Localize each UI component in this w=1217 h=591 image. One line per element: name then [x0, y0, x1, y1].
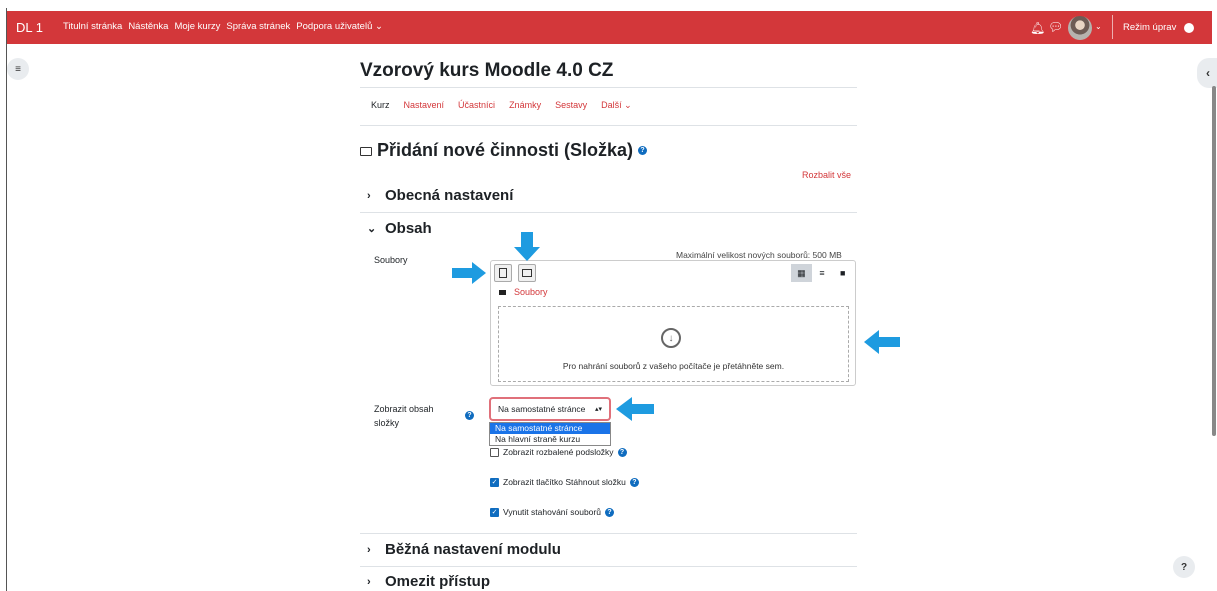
section-restrict-access[interactable]: › Omezit přístup — [367, 573, 490, 590]
folder-icon — [499, 289, 506, 295]
tab-participants[interactable]: Účastníci — [458, 100, 495, 111]
annotation-arrow-left-icon — [616, 397, 654, 421]
top-navbar: DL 1 Titulní stránka Nástěnka Moje kurzy… — [7, 11, 1212, 44]
max-size-note: Maximální velikost nových souborů: 500 M… — [676, 250, 842, 260]
annotation-arrow-right-icon — [452, 262, 486, 284]
chat-icon[interactable]: 💬︎ — [1048, 20, 1063, 34]
chevron-right-icon: › — [367, 543, 371, 556]
select-caret-icon: ▴▾ — [594, 406, 602, 413]
help-button[interactable]: ? — [1173, 556, 1195, 578]
edit-mode-toggle[interactable] — [1184, 23, 1194, 33]
divider — [360, 87, 857, 88]
select-value: Na samostatné stránce — [498, 404, 586, 414]
edit-mode-label: Režim úprav — [1123, 22, 1177, 33]
course-tabs: Kurz Nastavení Účastníci Známky Sestavy … — [371, 100, 632, 111]
divider — [360, 212, 857, 213]
tab-grades[interactable]: Známky — [509, 100, 541, 111]
primary-nav: Titulní stránka Nástěnka Moje kurzy Sprá… — [63, 21, 383, 32]
site-brand[interactable]: DL 1 — [16, 20, 43, 35]
folder-icon — [360, 147, 372, 156]
checkbox-checked[interactable]: ✓ — [490, 507, 499, 517]
help-icon[interactable]: ? — [604, 507, 614, 517]
checkbox-checked[interactable]: ✓ — [490, 477, 499, 487]
block-drawer-toggle[interactable]: ‹ — [1197, 58, 1217, 88]
option-course-page[interactable]: Na hlavní straně kurzu — [490, 434, 610, 445]
bell-icon[interactable]: 🔔︎ — [1030, 21, 1045, 35]
annotation-arrow-left-icon — [864, 330, 900, 354]
chevron-right-icon: › — [367, 189, 371, 202]
tab-course[interactable]: Kurz — [371, 100, 390, 111]
create-folder-button[interactable] — [518, 264, 536, 282]
nav-link-site-admin[interactable]: Správa stránek — [226, 21, 290, 32]
tab-reports[interactable]: Sestavy — [555, 100, 587, 111]
section-title: Běžná nastavení modulu — [385, 541, 561, 558]
help-icon[interactable]: ? — [617, 447, 627, 457]
list-view-icon[interactable]: ≡ — [812, 264, 833, 282]
nav-link-home[interactable]: Titulní stránka — [63, 21, 122, 32]
checkbox[interactable] — [490, 447, 499, 457]
view-switcher: ▦ ≡ ■ — [791, 264, 853, 282]
avatar[interactable] — [1068, 16, 1092, 40]
path-root-link[interactable]: Soubory — [514, 287, 548, 297]
display-options-list: Na samostatné stránce Na hlavní straně k… — [489, 422, 611, 446]
course-title: Vzorový kurs Moodle 4.0 CZ — [360, 60, 614, 81]
checkbox-row[interactable]: ✓ Zobrazit tlačítko Stáhnout složku ? — [490, 477, 639, 487]
nav-link-dashboard[interactable]: Nástěnka — [128, 21, 168, 32]
section-title: Omezit přístup — [385, 573, 491, 590]
checkbox-row[interactable]: ✓ Vynutit stahování souborů ? — [490, 507, 614, 517]
grid-view-icon[interactable]: ▦ — [791, 264, 812, 282]
checkbox-label: Zobrazit rozbalené podsložky — [503, 447, 614, 457]
help-icon[interactable]: ? — [638, 146, 648, 155]
checkbox-label: Zobrazit tlačítko Stáhnout složku — [503, 477, 626, 487]
checkbox-label: Vynutit stahování souborů — [503, 507, 601, 517]
chevron-down-icon[interactable]: ⌄ — [1095, 22, 1102, 31]
tab-more[interactable]: Další ⌄ — [601, 100, 632, 111]
list-icon: ≡ — [15, 63, 21, 75]
file-manager-toolbar: ▦ ≡ ■ — [491, 261, 855, 285]
section-general[interactable]: › Obecná nastavení — [367, 187, 513, 204]
navbar-divider — [1112, 15, 1113, 39]
scrollbar[interactable] — [1212, 86, 1216, 436]
folder-icon — [522, 269, 532, 277]
nav-link-user-support[interactable]: Podpora uživatelů ⌄ — [296, 21, 383, 32]
section-common-module[interactable]: › Běžná nastavení modulu — [367, 541, 561, 558]
nav-link-my-courses[interactable]: Moje kurzy — [174, 21, 220, 32]
section-title: Obecná nastavení — [385, 187, 514, 204]
display-select-highlight: Na samostatné stránce ▴▾ — [489, 397, 611, 421]
checkbox-row[interactable]: Zobrazit rozbalené podsložky ? — [490, 447, 627, 457]
help-icon[interactable]: ? — [629, 477, 639, 487]
file-manager: ▦ ≡ ■ Soubory ↓ Pro nahrání souborů z va… — [490, 260, 856, 386]
download-arrow-icon: ↓ — [661, 328, 681, 348]
file-manager-path: Soubory — [499, 287, 548, 297]
divider — [360, 566, 857, 567]
tab-settings[interactable]: Nastavení — [404, 100, 445, 111]
page-heading: Přidání nové činnosti (Složka) ? — [360, 140, 648, 161]
chevron-right-icon: › — [367, 575, 371, 588]
display-label-line2: složky — [374, 418, 400, 428]
chevron-down-icon: ⌄ — [367, 223, 377, 235]
chevron-left-icon: ‹ — [1206, 66, 1210, 80]
drop-zone[interactable]: ↓ Pro nahrání souborů z vašeho počítače … — [498, 306, 849, 382]
file-icon — [499, 268, 507, 278]
option-separate-page[interactable]: Na samostatné stránce — [490, 423, 610, 434]
expand-all-link[interactable]: Rozbalit vše — [802, 170, 851, 180]
tree-view-icon[interactable]: ■ — [832, 264, 853, 282]
divider — [360, 533, 857, 534]
course-index-toggle[interactable]: ≡ — [7, 58, 29, 80]
annotation-arrow-down-icon — [514, 232, 540, 261]
page: DL 1 Titulní stránka Nástěnka Moje kurzy… — [0, 0, 1217, 591]
drop-zone-text: Pro nahrání souborů z vašeho počítače je… — [562, 361, 785, 371]
section-content[interactable]: ⌄ Obsah — [367, 220, 432, 237]
section-title: Obsah — [385, 220, 432, 237]
files-label: Soubory — [374, 255, 408, 265]
divider — [360, 125, 857, 126]
help-icon[interactable]: ? — [465, 404, 474, 422]
add-file-button[interactable] — [494, 264, 512, 282]
page-title: Přidání nové činnosti (Složka) — [377, 140, 634, 160]
display-label: Zobrazit obsah — [374, 404, 434, 414]
display-select[interactable]: Na samostatné stránce ▴▾ — [493, 401, 607, 417]
